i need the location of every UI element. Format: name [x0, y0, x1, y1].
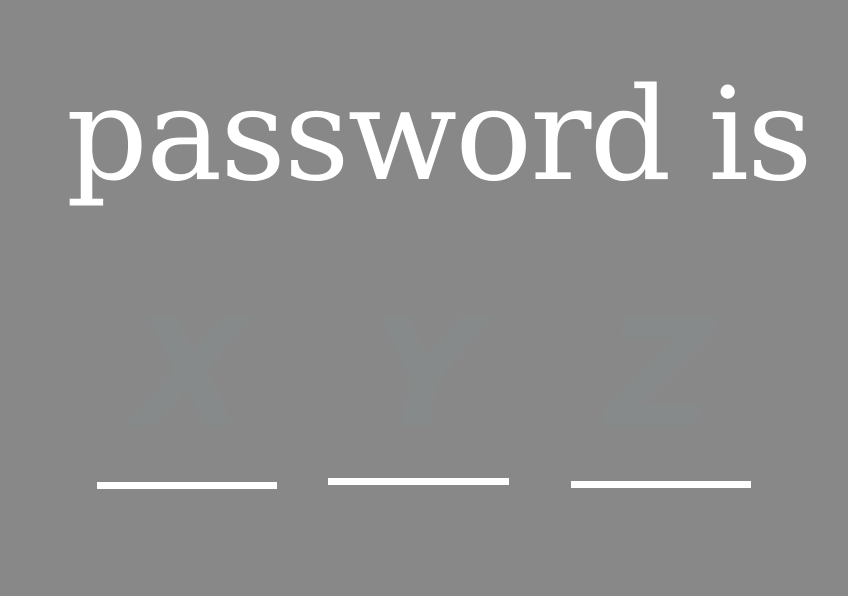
- hidden-letter-3: Z: [605, 288, 715, 462]
- hidden-letter-2: Y: [370, 288, 480, 462]
- password-heading: password is: [66, 61, 813, 210]
- hidden-letter-1: X: [132, 288, 248, 462]
- blank-line-3: [571, 481, 751, 488]
- blank-line-2: [328, 478, 509, 485]
- blank-line-1: [97, 482, 277, 489]
- password-card: password is X Y Z: [0, 0, 848, 596]
